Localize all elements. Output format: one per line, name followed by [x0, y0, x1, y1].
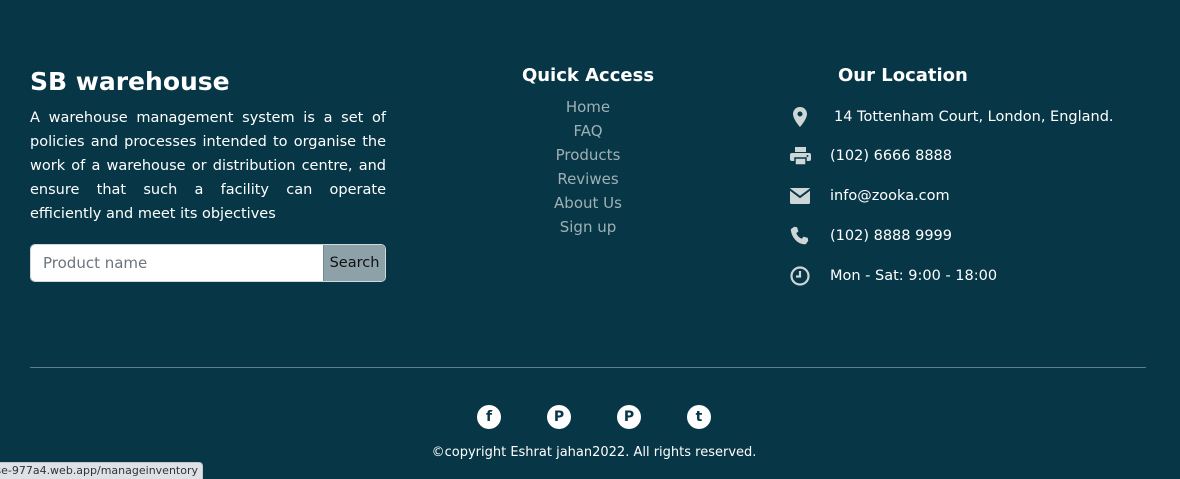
address-text: 14 Tottenham Court, London, England. [834, 109, 1114, 125]
browser-status-url: use-977a4.web.app/manageinventory [0, 462, 203, 479]
brand-section: SB warehouse A warehouse management syst… [30, 66, 386, 282]
quick-link-faq[interactable]: FAQ [488, 119, 688, 143]
location-hours: Mon - Sat: 9:00 - 18:00 [788, 264, 997, 288]
facebook-icon[interactable]: f [477, 405, 501, 429]
search-button[interactable]: Search [323, 245, 385, 281]
clock-icon [788, 264, 812, 288]
search-form: Search [30, 244, 386, 282]
location-fax: (102) 6666 8888 [788, 144, 952, 168]
footer-divider [30, 367, 1146, 368]
twitter-icon[interactable]: t [687, 405, 711, 429]
location-address: 14 Tottenham Court, London, England. [788, 105, 1114, 129]
quick-link-reviews[interactable]: Reviwes [488, 167, 688, 191]
email-text: info@zooka.com [830, 188, 950, 204]
quick-link-sign-up[interactable]: Sign up [488, 215, 688, 239]
search-input[interactable] [31, 245, 323, 281]
envelope-icon [788, 184, 812, 208]
quick-link-about-us[interactable]: About Us [488, 191, 688, 215]
pinterest-icon[interactable]: P [547, 405, 571, 429]
quick-access-section: Quick Access Home FAQ Products Reviwes A… [488, 64, 688, 239]
fax-text: (102) 6666 8888 [830, 148, 953, 164]
phone-text: (102) 8888 9999 [830, 228, 953, 244]
location-phone: (102) 8888 9999 [788, 224, 952, 248]
brand-title: SB warehouse [30, 67, 230, 96]
location-title: Our Location [838, 65, 968, 86]
brand-description: A warehouse management system is a set o… [30, 110, 386, 222]
printer-icon [788, 144, 812, 168]
location-email: info@zooka.com [788, 184, 950, 208]
map-marker-icon [788, 105, 812, 129]
social-links: f P P t [0, 405, 1180, 429]
quick-link-home[interactable]: Home [488, 95, 688, 119]
quick-link-products[interactable]: Products [488, 143, 688, 167]
quick-access-title: Quick Access [521, 65, 655, 86]
pinterest-icon[interactable]: P [617, 405, 641, 429]
copyright-text: ©copyright Eshrat jahan2022. All rights … [431, 445, 757, 460]
hours-text: Mon - Sat: 9:00 - 18:00 [830, 268, 998, 284]
phone-icon [788, 224, 812, 248]
